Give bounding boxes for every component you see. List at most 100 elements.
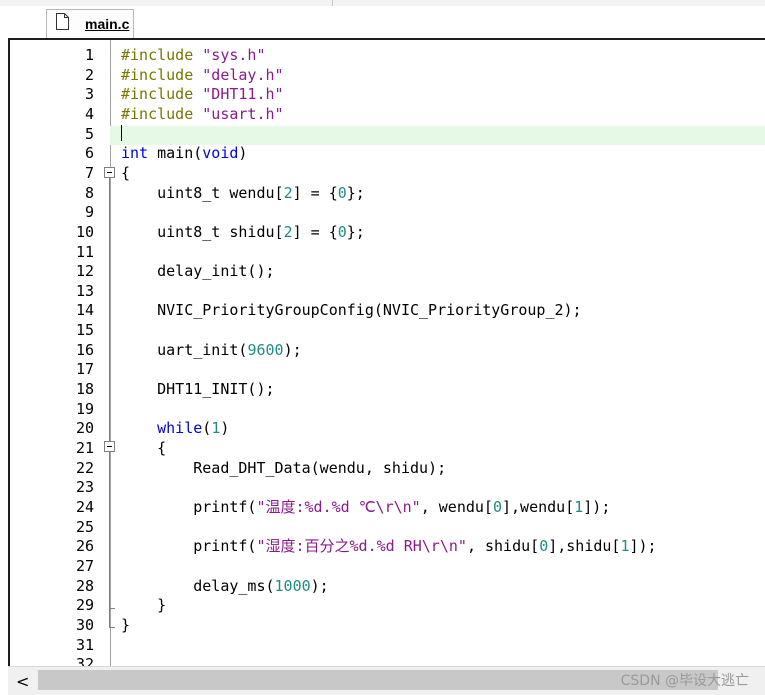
line-number: 18 [75,380,94,399]
line-number: 23 [75,478,94,497]
line-number: 19 [75,399,94,418]
code-line[interactable]: #include "sys.h" [121,46,266,65]
line-number: 10 [75,222,94,241]
scroll-left-arrow[interactable]: < [16,672,29,691]
token-kw: int [121,144,149,163]
fold-toggle-main[interactable] [104,167,115,178]
code-line[interactable]: { [121,439,166,458]
fold-toggle-while[interactable] [104,441,115,452]
token-text: ) [220,419,230,438]
token-pp: #include [121,65,203,84]
token-text: DHT11_INIT(); [121,380,275,399]
line-number: 13 [75,281,94,300]
token-text: ] = { [292,222,338,241]
token-str: "sys.h" [202,46,266,64]
token-text: printf( [121,537,257,556]
code-line[interactable]: #include "delay.h" [121,66,284,85]
code-line[interactable]: uint8_t wendu[2] = {0}; [121,184,365,203]
code-line[interactable]: Read_DHT_Data(wendu, shidu); [121,459,446,478]
code-line[interactable]: } [121,616,130,635]
code-line[interactable]: printf("湿度:百分之%d.%d RH\r\n", shidu[0],sh… [121,537,657,556]
token-text: uint8_t shidu[ [121,222,284,241]
line-number: 7 [84,163,94,182]
token-num: 0 [492,497,502,516]
token-text: ]); [629,537,657,556]
token-text: ) [238,144,248,163]
token-num: 1 [574,497,584,516]
current-line-highlight [110,125,765,145]
token-text: ] = { [292,183,338,202]
token-text: Read_DHT_Data(wendu, shidu); [121,458,447,477]
token-str: "usart.h" [202,104,284,123]
token-text: uart_init( [121,340,248,359]
code-line[interactable]: uint8_t shidu[2] = {0}; [121,223,365,242]
document-icon [56,13,69,30]
line-number: 8 [84,183,94,202]
line-number: 31 [75,635,94,654]
fold-end-while [109,608,115,609]
line-number: 14 [75,301,94,320]
tab-label: main.c [85,16,130,32]
line-number: 29 [75,596,94,615]
code-line[interactable]: delay_ms(1000); [121,576,328,596]
code-line[interactable]: delay_init(); [121,262,275,281]
code-line[interactable]: #include "DHT11.h" [121,85,284,104]
tab-bar: main.c [0,6,765,38]
code-line[interactable]: printf("温度:%d.%d ℃\r\n", wendu[0],wendu[… [121,498,610,517]
token-text: delay_init(); [121,262,275,281]
token-text: ]); [583,497,611,516]
token-text: , shidu[ [466,537,540,556]
code-line[interactable]: int main(void) [121,144,247,163]
text-caret [121,125,122,141]
token-num: 0 [539,537,549,556]
token-text: { [121,439,167,457]
code-line[interactable]: } [121,596,166,615]
code-line[interactable]: uart_init(9600); [121,341,302,360]
line-number: 26 [75,537,94,556]
line-number: 15 [75,321,94,340]
token-str: "温度:%d.%d ℃\r\n" [256,497,421,516]
token-text: printf( [121,497,257,516]
tab-main-c[interactable]: main.c [46,9,134,38]
line-number: 21 [75,439,94,457]
line-number: 25 [75,517,94,536]
line-number: 27 [75,556,94,575]
scrollbar-thumb[interactable] [38,670,718,690]
line-number: 9 [84,203,94,222]
token-text: } [121,596,167,615]
token-text: { [121,163,131,182]
line-number: 2 [84,65,94,84]
token-text: uint8_t wendu[ [121,183,284,202]
token-num: 1 [620,537,630,556]
code-line[interactable]: NVIC_PriorityGroupConfig(NVIC_PriorityGr… [121,301,582,320]
code-line[interactable]: DHT11_INIT(); [121,380,275,399]
line-number: 17 [75,360,94,379]
token-num: 2 [283,183,293,202]
token-text: delay_ms( [121,576,275,595]
token-pp: #include [121,85,203,104]
line-number: 20 [75,419,94,438]
token-text: NVIC_PriorityGroupConfig(NVIC_PriorityGr… [121,301,582,320]
token-str: "湿度:百分之%d.%d RH\r\n" [256,537,467,556]
token-text: ( [202,419,212,438]
watermark-text: CSDN @毕设大逃亡 [620,673,749,689]
token-text: main( [148,144,203,163]
code-line[interactable]: while(1) [121,419,229,438]
token-text: }; [346,222,365,241]
line-number: 28 [75,576,94,595]
code-line[interactable]: { [121,164,130,183]
token-text: ); [283,340,302,359]
token-str: "delay.h" [202,65,284,84]
fold-guide-main [109,178,110,628]
token-num: 2 [283,222,293,241]
line-number: 5 [84,124,94,143]
line-number: 3 [84,85,94,104]
code-line[interactable]: #include "usart.h" [121,105,284,124]
token-kw: while [121,419,203,438]
token-kw: void [202,144,239,163]
token-text: ],shidu[ [548,537,621,556]
token-num: 0 [337,222,347,241]
line-number: 16 [75,340,94,359]
line-number: 11 [75,242,94,261]
token-num: 9600 [247,340,284,359]
